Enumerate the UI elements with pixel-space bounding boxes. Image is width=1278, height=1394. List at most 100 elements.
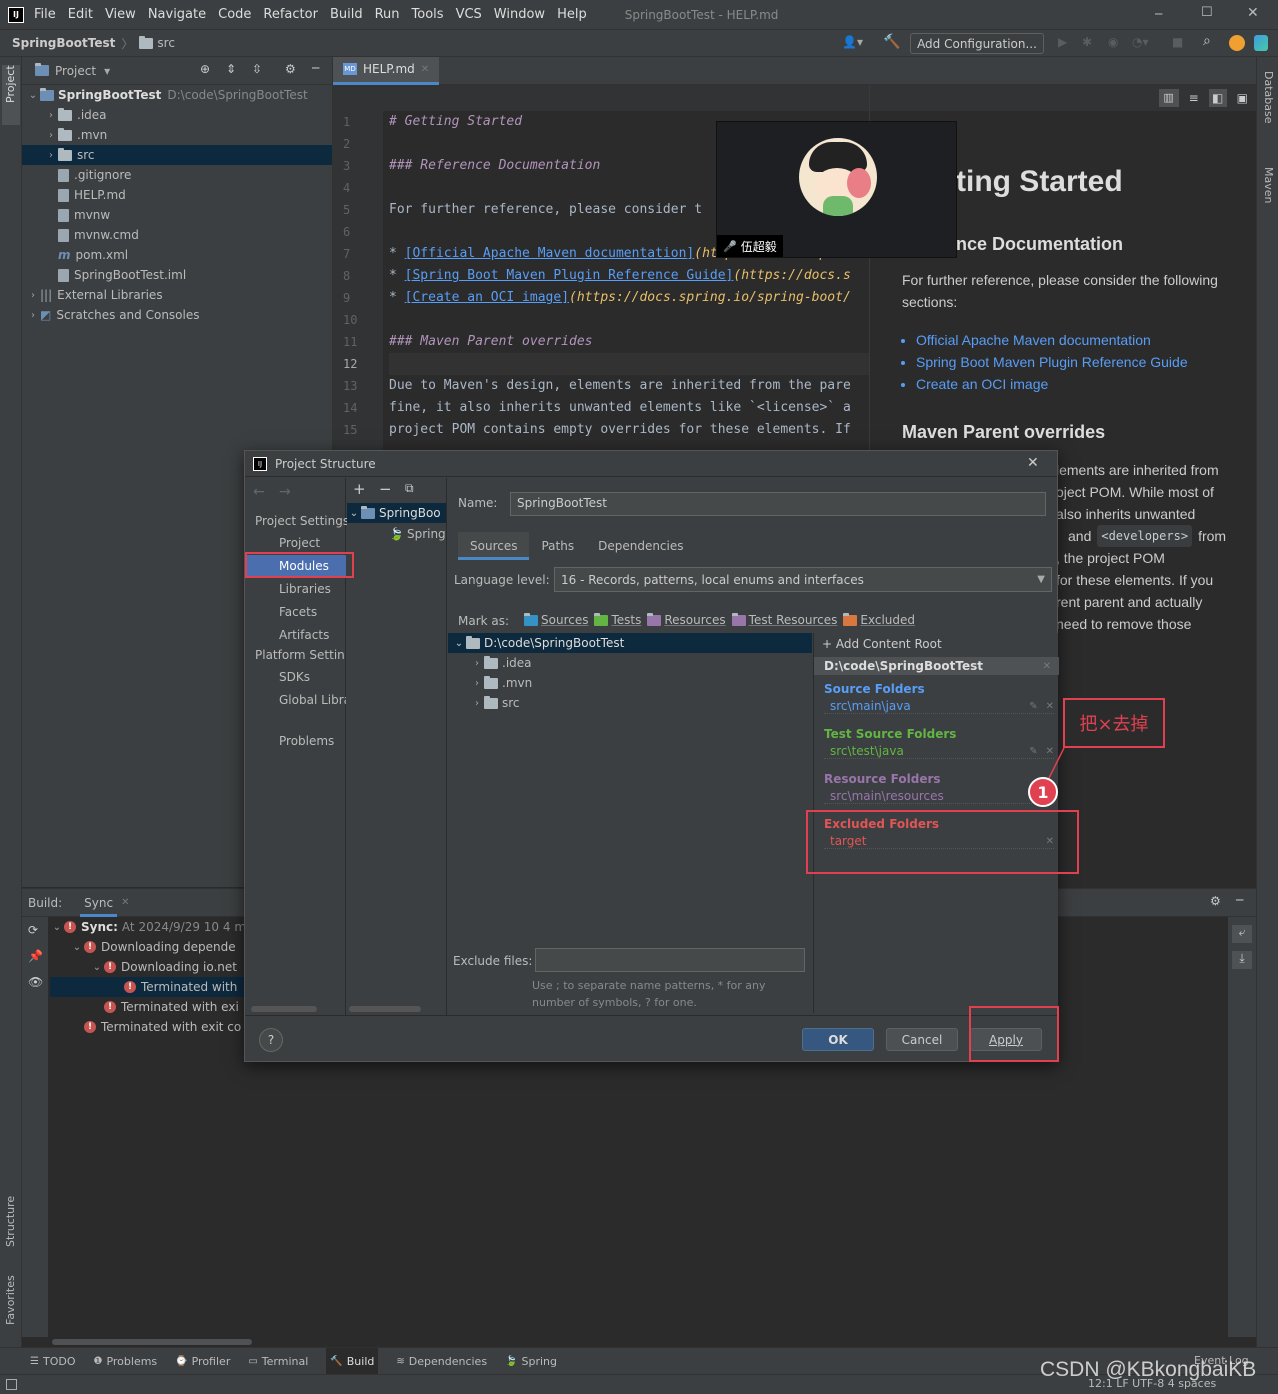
tab-sources[interactable]: Sources bbox=[458, 532, 530, 560]
mark-tests-button[interactable]: Tests bbox=[594, 612, 641, 627]
tree-root-row[interactable]: ⌄ D:\code\SpringBootTest bbox=[448, 633, 812, 653]
forward-arrow-icon[interactable]: → bbox=[279, 484, 291, 500]
bottom-tab-profiler[interactable]: ⌚ Profiler bbox=[175, 1348, 230, 1374]
remove-root-icon[interactable]: ✕ bbox=[1043, 661, 1051, 672]
bottom-tab-todo[interactable]: ☰ TODO bbox=[30, 1348, 75, 1374]
build-gear-icon[interactable]: ⚙ bbox=[1210, 894, 1221, 908]
tab-favorites[interactable]: Favorites bbox=[4, 1275, 17, 1325]
ok-button[interactable]: OK bbox=[802, 1028, 874, 1051]
module-item-spring[interactable]: 🍃 Spring bbox=[389, 524, 446, 544]
locate-icon[interactable]: ⊕ bbox=[200, 62, 210, 76]
eye-icon[interactable]: 👁 bbox=[28, 975, 43, 989]
tab-database[interactable]: Database bbox=[1262, 71, 1275, 124]
editor-and-preview-icon[interactable]: ▥ bbox=[1158, 89, 1179, 107]
project-view-dropdown[interactable]: Project bbox=[55, 64, 96, 78]
menu-item-refactor[interactable]: Refactor bbox=[263, 7, 318, 22]
hammer-icon[interactable]: 🔨 bbox=[883, 34, 900, 50]
add-content-root-button[interactable]: + Add Content Root bbox=[822, 637, 942, 651]
preview-link[interactable]: Spring Boot Maven Plugin Reference Guide bbox=[916, 351, 1188, 373]
sidebar-scrollbar[interactable] bbox=[251, 1006, 317, 1012]
tree-item--idea[interactable]: › .idea bbox=[22, 105, 332, 125]
editor-only-icon[interactable]: ≡ bbox=[1189, 91, 1199, 105]
tree-item--mvn[interactable]: › .mvn bbox=[22, 125, 332, 145]
search-icon[interactable]: ⌕ bbox=[1203, 33, 1211, 49]
tree-item--gitignore[interactable]: .gitignore bbox=[22, 165, 332, 185]
tab-paths[interactable]: Paths bbox=[529, 532, 586, 560]
menu-item-run[interactable]: Run bbox=[375, 7, 400, 22]
status-square-icon[interactable] bbox=[6, 1379, 17, 1390]
menu-item-help[interactable]: Help bbox=[557, 7, 587, 22]
preview-link[interactable]: Create an OCI image bbox=[916, 373, 1188, 395]
build-tree-item[interactable]: ⌄! Downloading io.net bbox=[50, 957, 250, 977]
nav-problems[interactable]: Problems bbox=[279, 734, 334, 748]
menu-item-view[interactable]: View bbox=[105, 7, 136, 22]
tree-item-src[interactable]: › src bbox=[22, 145, 332, 165]
user-icon[interactable]: 👤▾ bbox=[842, 35, 863, 49]
bottom-tab-problems[interactable]: ❶ Problems bbox=[93, 1348, 157, 1374]
profile-icon[interactable]: ◔▾ bbox=[1132, 35, 1149, 49]
bottom-tab-dependencies[interactable]: ≋ Dependencies bbox=[396, 1348, 487, 1374]
remove-source-icon[interactable]: ✕ bbox=[1046, 701, 1054, 712]
module-item-root[interactable]: ⌄ SpringBoo bbox=[347, 503, 446, 523]
tree-item-external-libraries[interactable]: › ||| External Libraries bbox=[22, 285, 332, 305]
close-build-tab-icon[interactable]: ✕ bbox=[121, 897, 129, 908]
module-scrollbar[interactable] bbox=[349, 1006, 421, 1012]
remove-module-icon[interactable]: − bbox=[379, 480, 392, 498]
build-tree-item[interactable]: ⌄! Sync: At 2024/9/29 10 4 m bbox=[50, 917, 250, 937]
soft-wrap-icon[interactable]: ⤶ bbox=[1232, 925, 1252, 943]
menu-item-build[interactable]: Build bbox=[330, 7, 363, 22]
content-tree-item[interactable]: › src bbox=[448, 693, 812, 713]
tree-item-pom-xml[interactable]: m pom.xml bbox=[22, 245, 332, 265]
tree-item-mvnw-cmd[interactable]: mvnw.cmd bbox=[22, 225, 332, 245]
hide-icon[interactable]: ─ bbox=[312, 61, 319, 75]
tab-structure[interactable]: Structure bbox=[4, 1196, 17, 1247]
tree-item-mvnw[interactable]: mvnw bbox=[22, 205, 332, 225]
build-scrollbar[interactable] bbox=[52, 1339, 252, 1345]
debug-icon[interactable]: ✱ bbox=[1082, 35, 1092, 49]
preview-only-icon[interactable]: ◧ bbox=[1208, 89, 1227, 107]
tree-item-root[interactable]: ⌄ SpringBootTest D:\code\SpringBootTest bbox=[22, 85, 332, 105]
exclude-files-input[interactable] bbox=[535, 948, 805, 972]
collapse-all-icon[interactable]: ⇳ bbox=[252, 62, 262, 76]
close-tab-icon[interactable]: ✕ bbox=[421, 64, 429, 75]
maximize-icon[interactable]: ☐ bbox=[1201, 5, 1213, 20]
build-tree-item[interactable]: ⌄! Downloading depende bbox=[50, 937, 250, 957]
stop-icon[interactable]: ■ bbox=[1172, 35, 1183, 49]
pin-icon[interactable]: 📌 bbox=[28, 949, 43, 963]
tab-help-md[interactable]: MD HELP.md ✕ bbox=[333, 56, 440, 85]
cancel-button[interactable]: Cancel bbox=[886, 1028, 958, 1051]
nav-global-libra[interactable]: Global Libra bbox=[245, 689, 346, 712]
add-module-icon[interactable]: + bbox=[353, 480, 366, 498]
language-level-select[interactable]: 16 - Records, patterns, local enums and … bbox=[554, 567, 1052, 592]
bottom-tab-build[interactable]: 🔨 Build bbox=[326, 1348, 379, 1374]
tree-item-springboottest-iml[interactable]: SpringBootTest.iml bbox=[22, 265, 332, 285]
back-arrow-icon[interactable]: ← bbox=[253, 484, 265, 500]
close-window-icon[interactable]: ✕ bbox=[1247, 5, 1259, 21]
menu-item-window[interactable]: Window bbox=[494, 7, 545, 22]
breadcrumb-folder[interactable]: src bbox=[157, 36, 175, 50]
run-icon[interactable]: ▶ bbox=[1058, 35, 1067, 49]
nav-sdks[interactable]: SDKs bbox=[245, 666, 346, 689]
add-configuration-button[interactable]: Add Configuration... bbox=[910, 33, 1044, 54]
mark-excluded-button[interactable]: Excluded bbox=[843, 612, 915, 627]
expand-all-icon[interactable]: ⇕ bbox=[226, 62, 236, 76]
update-icon[interactable] bbox=[1229, 35, 1245, 51]
build-tab-sync[interactable]: Sync bbox=[80, 889, 118, 917]
toolbox-icon[interactable] bbox=[1254, 35, 1268, 51]
mark-resources-button[interactable]: Resources bbox=[647, 612, 726, 627]
name-input[interactable]: SpringBootTest bbox=[510, 492, 1046, 516]
sync-icon[interactable]: ⟳ bbox=[28, 923, 38, 937]
tree-item-help-md[interactable]: HELP.md bbox=[22, 185, 332, 205]
bottom-tab-spring[interactable]: 🍃 Spring bbox=[505, 1348, 557, 1374]
menu-item-file[interactable]: File bbox=[34, 7, 56, 22]
build-tree-item[interactable]: ! Terminated with exit co bbox=[50, 1017, 250, 1037]
dialog-close-icon[interactable]: ✕ bbox=[1027, 455, 1039, 471]
content-tree-item[interactable]: › .mvn bbox=[448, 673, 812, 693]
build-tree-item[interactable]: ! Terminated with bbox=[50, 977, 250, 997]
bottom-tab-terminal[interactable]: ▭ Terminal bbox=[248, 1348, 308, 1374]
help-button[interactable]: ? bbox=[259, 1028, 283, 1052]
nav-artifacts[interactable]: Artifacts bbox=[245, 624, 346, 647]
preview-link[interactable]: Official Apache Maven documentation bbox=[916, 329, 1188, 351]
build-tree-item[interactable]: ! Terminated with exi bbox=[50, 997, 250, 1017]
mark-sources-button[interactable]: Sources bbox=[524, 612, 588, 627]
